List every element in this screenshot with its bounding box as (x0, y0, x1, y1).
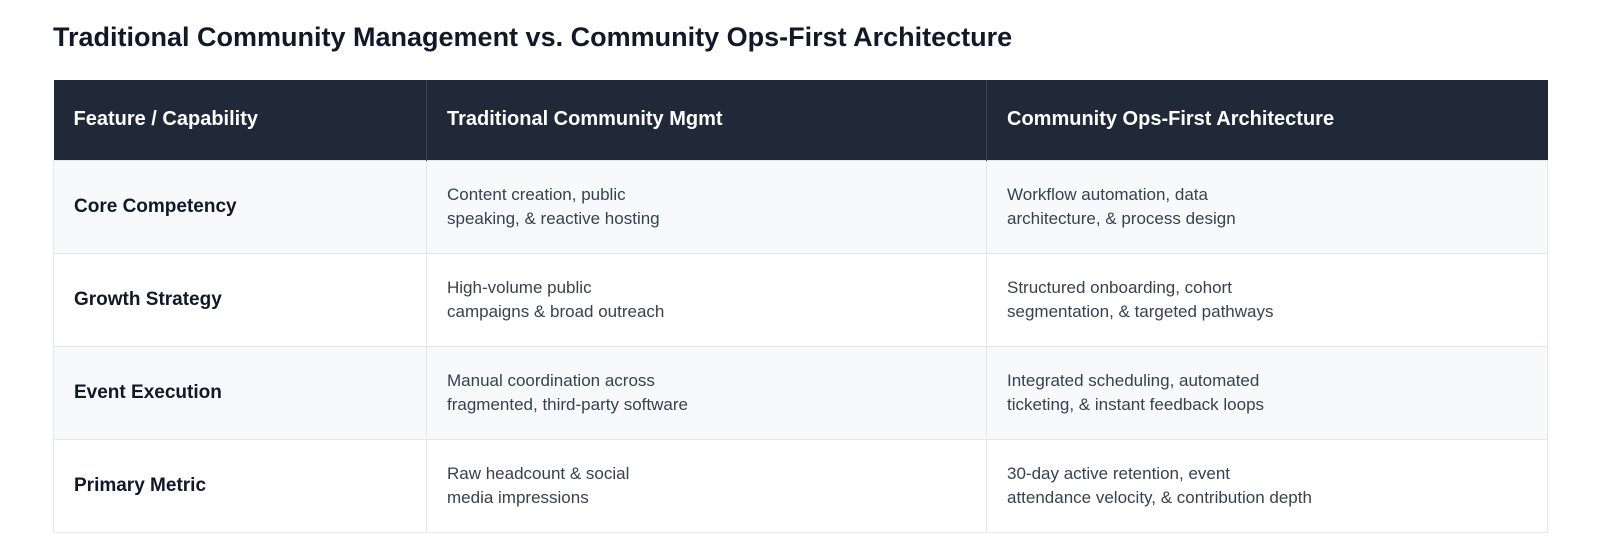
cell-line: Structured onboarding, cohort (1007, 277, 1232, 297)
row-traditional: Content creation, public speaking, & rea… (426, 159, 987, 254)
cell-line: Workflow automation, data (1007, 184, 1208, 204)
header-opsfirst: Community Ops-First Architecture (986, 80, 1548, 160)
cell-line: attendance velocity, & contribution dept… (1007, 487, 1312, 507)
table-header: Feature / Capability Traditional Communi… (53, 80, 1548, 160)
cell-line: architecture, & process design (1007, 208, 1236, 228)
table-row: Event Execution Manual coordination acro… (53, 345, 1548, 440)
cell-line: Content creation, public (447, 184, 626, 204)
cell-line: ticketing, & instant feedback loops (1007, 394, 1265, 414)
cell-line: media impressions (447, 487, 589, 507)
row-opsfirst: Structured onboarding, cohort segmentati… (986, 252, 1548, 347)
table-body: Core Competency Content creation, public… (53, 159, 1548, 533)
row-feature: Core Competency (53, 159, 427, 254)
row-opsfirst: Integrated scheduling, automated ticketi… (986, 345, 1548, 440)
page-title: Traditional Community Management vs. Com… (53, 22, 1013, 52)
table-row: Core Competency Content creation, public… (53, 159, 1548, 254)
cell-line: speaking, & reactive hosting (447, 208, 660, 228)
header-traditional: Traditional Community Mgmt (426, 80, 987, 160)
row-feature: Growth Strategy (53, 252, 427, 347)
row-feature: Primary Metric (53, 438, 427, 533)
header-row: Feature / Capability Traditional Communi… (53, 80, 1548, 160)
row-traditional: High-volume public campaigns & broad out… (426, 252, 987, 347)
comparison-table: Feature / Capability Traditional Communi… (53, 80, 1548, 533)
cell-line: segmentation, & targeted pathways (1007, 301, 1274, 321)
table-row: Growth Strategy High-volume public campa… (53, 252, 1548, 347)
row-opsfirst: Workflow automation, data architecture, … (986, 159, 1548, 254)
row-traditional: Manual coordination across fragmented, t… (426, 345, 987, 440)
cell-line: Integrated scheduling, automated (1007, 370, 1260, 390)
cell-line: fragmented, third-party software (447, 394, 688, 414)
table-row: Primary Metric Raw headcount & social me… (53, 438, 1548, 533)
cell-line: campaigns & broad outreach (447, 301, 665, 321)
cell-line: 30-day active retention, event (1007, 463, 1231, 483)
row-feature: Event Execution (53, 345, 427, 440)
page: Traditional Community Management vs. Com… (0, 0, 1600, 560)
header-feature: Feature / Capability (53, 80, 427, 160)
cell-line: Manual coordination across (447, 370, 655, 390)
row-opsfirst: 30-day active retention, event attendanc… (986, 438, 1548, 533)
cell-line: High-volume public (447, 277, 592, 297)
cell-line: Raw headcount & social (447, 463, 630, 483)
row-traditional: Raw headcount & social media impressions (426, 438, 987, 533)
